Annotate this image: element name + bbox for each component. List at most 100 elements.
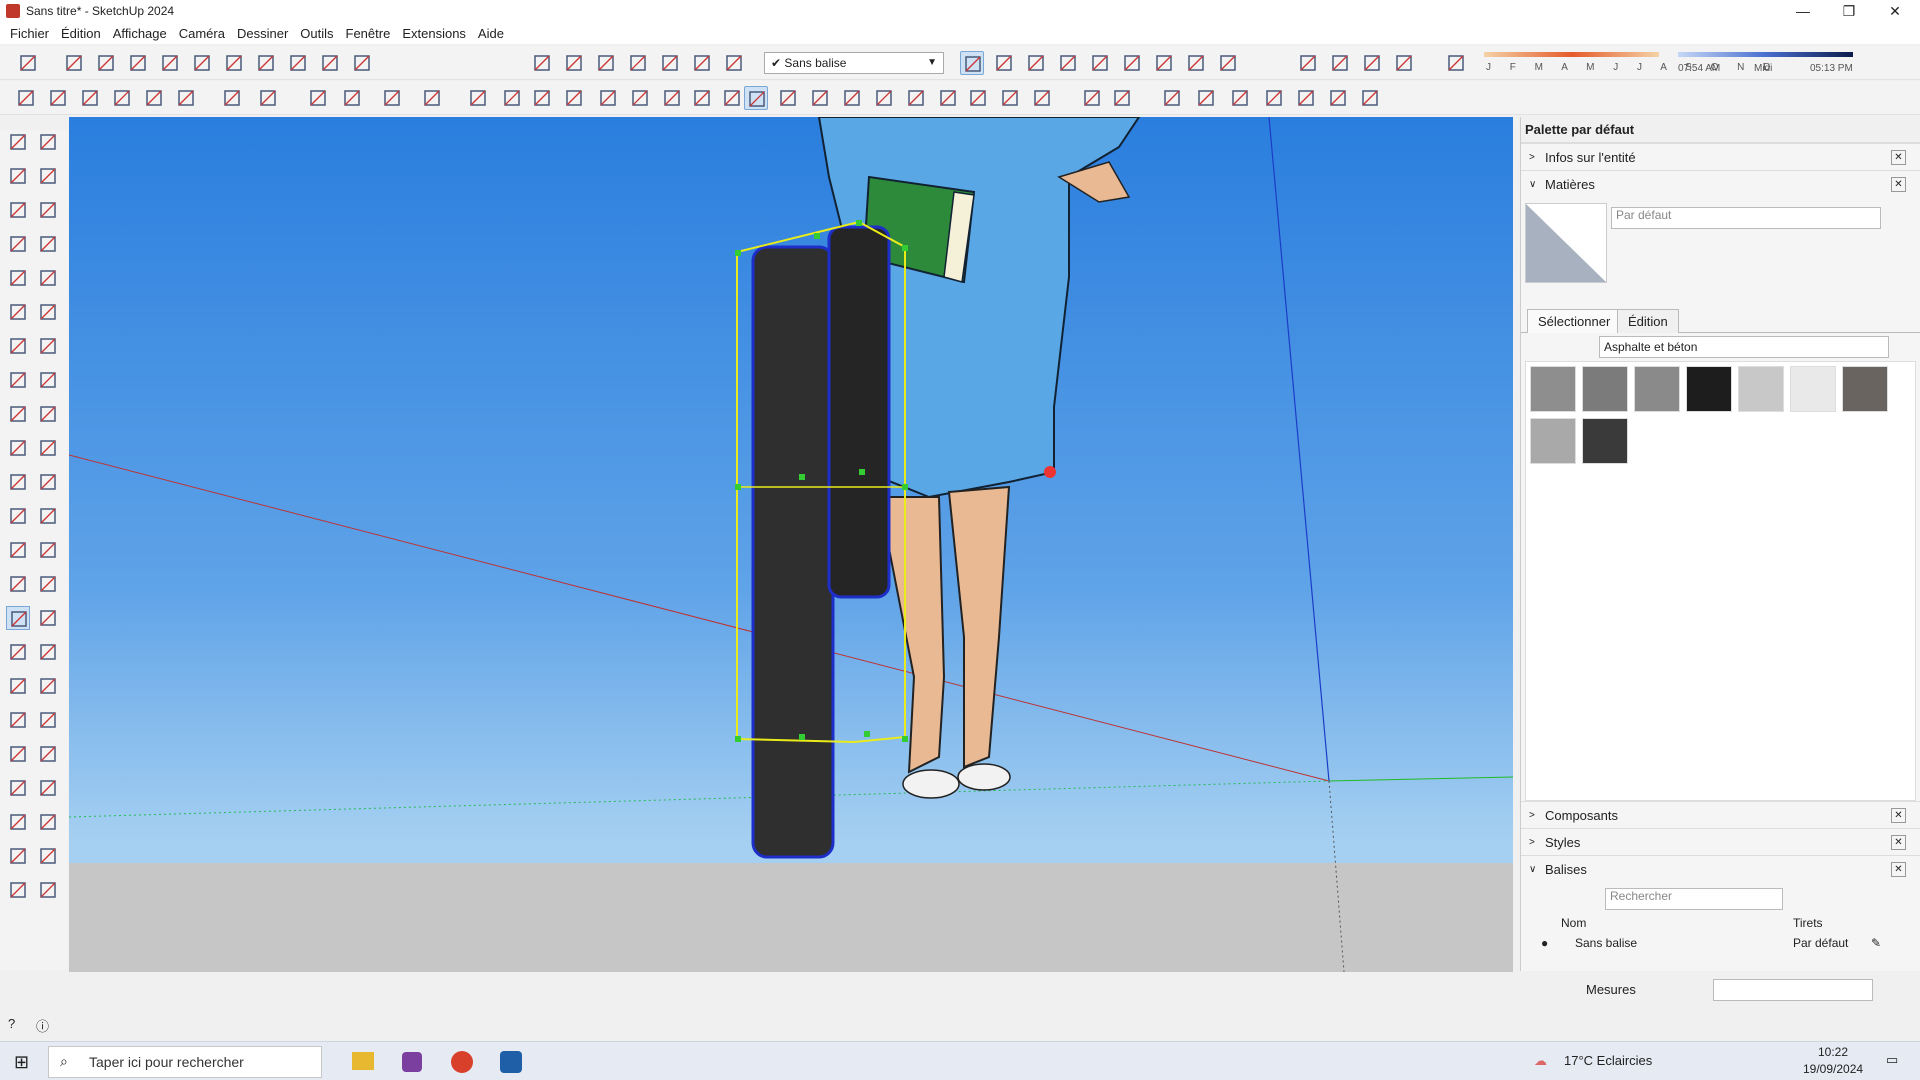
- windows-start-icon[interactable]: ⊞: [14, 1052, 29, 1073]
- left-tool-icon[interactable]: [6, 674, 30, 698]
- left-tool-icon[interactable]: [36, 640, 60, 664]
- left-tool-icon[interactable]: [6, 470, 30, 494]
- notification-icon[interactable]: ▭: [1886, 1052, 1898, 1068]
- menu-affichage[interactable]: Affichage: [107, 26, 173, 41]
- section-materials[interactable]: ∨ Matières ✕: [1521, 170, 1920, 197]
- maximize-button[interactable]: ❐: [1826, 0, 1872, 22]
- section-styles[interactable]: > Styles ✕: [1521, 828, 1920, 855]
- toolbar-second-tool-icon[interactable]: [14, 86, 38, 110]
- material-name-field[interactable]: Par défaut: [1611, 207, 1881, 229]
- section-entity-info[interactable]: > Infos sur l'entité ✕: [1521, 143, 1920, 170]
- left-tool-icon[interactable]: [6, 334, 30, 358]
- toolbar-second-tool-icon[interactable]: [1194, 86, 1218, 110]
- tag-selector[interactable]: ✔ Sans balise ▼: [764, 52, 944, 74]
- toolbar-second-tool-icon[interactable]: [744, 86, 768, 110]
- material-swatch[interactable]: [1530, 366, 1576, 412]
- left-tool-icon[interactable]: [6, 198, 30, 222]
- info-icon[interactable]: ⓘ: [36, 1016, 49, 1035]
- left-tool-icon[interactable]: [6, 164, 30, 188]
- toolbar-top-tool-icon[interactable]: [16, 51, 40, 75]
- left-tool-icon[interactable]: [36, 436, 60, 460]
- toolbar-second-tool-icon[interactable]: [840, 86, 864, 110]
- date-slider[interactable]: [1484, 52, 1659, 57]
- toolbar-second-tool-icon[interactable]: [530, 86, 554, 110]
- toolbar-second-tool-icon[interactable]: [500, 86, 524, 110]
- toolbar-second-tool-icon[interactable]: [1358, 86, 1382, 110]
- material-swatch[interactable]: [1790, 366, 1836, 412]
- left-tool-icon[interactable]: [6, 538, 30, 562]
- left-tool-icon[interactable]: [6, 640, 30, 664]
- tags-search-input[interactable]: Rechercher: [1605, 888, 1783, 910]
- left-tool-icon[interactable]: [36, 198, 60, 222]
- toolbar-top-tool-icon[interactable]: [1184, 51, 1208, 75]
- toolbar-second-tool-icon[interactable]: [596, 86, 620, 110]
- left-tool-icon[interactable]: [36, 878, 60, 902]
- left-tool-icon[interactable]: [36, 674, 60, 698]
- toolbar-second-tool-icon[interactable]: [340, 86, 364, 110]
- toolbar-second-tool-icon[interactable]: [1326, 86, 1350, 110]
- close-icon[interactable]: ✕: [1891, 808, 1906, 823]
- menu-dessiner[interactable]: Dessiner: [231, 26, 294, 41]
- toolbar-second-tool-icon[interactable]: [1160, 86, 1184, 110]
- left-tool-icon[interactable]: [36, 334, 60, 358]
- left-tool-icon[interactable]: [36, 810, 60, 834]
- toolbar-top-tool-icon[interactable]: [190, 51, 214, 75]
- material-swatch[interactable]: [1634, 366, 1680, 412]
- left-tool-icon[interactable]: [6, 572, 30, 596]
- left-tool-icon[interactable]: [36, 368, 60, 392]
- toolbar-second-tool-icon[interactable]: [220, 86, 244, 110]
- library-selector[interactable]: Asphalte et béton: [1599, 336, 1889, 358]
- left-tool-icon[interactable]: [6, 266, 30, 290]
- toolbar-top-tool-icon[interactable]: [318, 51, 342, 75]
- toolbar-second-tool-icon[interactable]: [562, 86, 586, 110]
- 3d-viewport[interactable]: [69, 117, 1513, 972]
- toolbar-second-tool-icon[interactable]: [174, 86, 198, 110]
- toolbar-top-tool-icon[interactable]: [94, 51, 118, 75]
- col-dashes[interactable]: Tirets: [1793, 916, 1823, 930]
- taskbar-search-input[interactable]: Taper ici pour rechercher: [48, 1046, 322, 1078]
- left-tool-icon[interactable]: [6, 606, 30, 630]
- section-components[interactable]: > Composants ✕: [1521, 801, 1920, 828]
- toolbar-top-tool-icon[interactable]: [1328, 51, 1352, 75]
- toolbar-second-tool-icon[interactable]: [1262, 86, 1286, 110]
- minimize-button[interactable]: —: [1780, 0, 1826, 22]
- toolbar-second-tool-icon[interactable]: [998, 86, 1022, 110]
- left-tool-icon[interactable]: [6, 810, 30, 834]
- toolbar-second-tool-icon[interactable]: [1294, 86, 1318, 110]
- material-swatch[interactable]: [1582, 418, 1628, 464]
- tag-row[interactable]: ● Sans balise Par défaut ✎: [1521, 936, 1920, 956]
- material-swatch[interactable]: [1738, 366, 1784, 412]
- left-tool-icon[interactable]: [6, 232, 30, 256]
- toolbar-second-tool-icon[interactable]: [78, 86, 102, 110]
- toolbar-top-tool-icon[interactable]: [126, 51, 150, 75]
- close-icon[interactable]: ✕: [1891, 862, 1906, 877]
- toolbar-second-tool-icon[interactable]: [904, 86, 928, 110]
- toolbar-second-tool-icon[interactable]: [966, 86, 990, 110]
- file-explorer-icon[interactable]: [352, 1052, 374, 1070]
- menu-aide[interactable]: Aide: [472, 26, 510, 41]
- toolbar-second-tool-icon[interactable]: [628, 86, 652, 110]
- toolbar-top-tool-icon[interactable]: [286, 51, 310, 75]
- toolbar-top-tool-icon[interactable]: [222, 51, 246, 75]
- toolbar-top-tool-icon[interactable]: [1024, 51, 1048, 75]
- time-slider[interactable]: [1678, 52, 1853, 57]
- weather-text[interactable]: 17°C Eclaircies: [1564, 1053, 1652, 1068]
- clock-date[interactable]: 19/09/2024: [1803, 1062, 1863, 1076]
- section-tags[interactable]: ∨ Balises ✕: [1521, 855, 1920, 882]
- left-tool-icon[interactable]: [6, 402, 30, 426]
- toolbar-top-tool-icon[interactable]: [530, 51, 554, 75]
- toolbar-second-tool-icon[interactable]: [1110, 86, 1134, 110]
- pencil-icon[interactable]: ✎: [1871, 936, 1881, 950]
- toolbar-top-tool-icon[interactable]: [658, 51, 682, 75]
- toolbar-top-tool-icon[interactable]: [1296, 51, 1320, 75]
- toolbar-second-tool-icon[interactable]: [46, 86, 70, 110]
- toolbar-top-tool-icon[interactable]: [992, 51, 1016, 75]
- menu-extensions[interactable]: Extensions: [396, 26, 472, 41]
- toolbar-top-tool-icon[interactable]: [690, 51, 714, 75]
- left-tool-icon[interactable]: [36, 266, 60, 290]
- close-icon[interactable]: ✕: [1891, 177, 1906, 192]
- left-tool-icon[interactable]: [36, 470, 60, 494]
- close-button[interactable]: ✕: [1872, 0, 1918, 22]
- toolbar-second-tool-icon[interactable]: [420, 86, 444, 110]
- toolbar-top-tool-icon[interactable]: [1360, 51, 1384, 75]
